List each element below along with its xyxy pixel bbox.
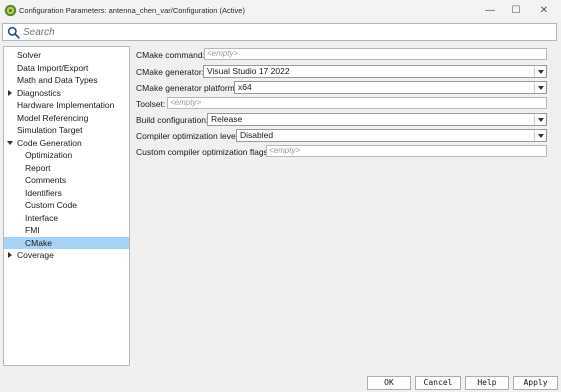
tree-item-label: Simulation Target (17, 125, 83, 135)
cmake-generator-platform-value: x64 (238, 82, 252, 92)
minimize-button[interactable]: — (477, 2, 503, 18)
maximize-button[interactable]: ☐ (503, 2, 529, 18)
cmake-command-label: CMake command: (136, 50, 205, 60)
minimize-icon: — (485, 4, 495, 16)
custom-optimization-flags-label: Custom compiler optimization flags: (136, 147, 271, 157)
cmake-generator-platform-label: CMake generator platform: (136, 83, 238, 93)
close-button[interactable]: ✕ (531, 2, 557, 18)
tree-item-label: Diagnostics (17, 87, 61, 98)
tree-item-label: FMI (25, 225, 40, 235)
tree-item-fmi[interactable]: FMI (4, 224, 129, 236)
search-bar[interactable] (2, 23, 557, 41)
search-input[interactable] (23, 25, 543, 39)
compiler-optimization-level-select[interactable]: Disabled (236, 129, 547, 142)
category-tree: Solver Data Import/Export Math and Data … (3, 46, 130, 366)
help-button[interactable]: Help (465, 376, 509, 390)
apply-button[interactable]: Apply (513, 376, 558, 390)
tree-item-label: Optimization (25, 150, 73, 160)
cmake-generator-platform-select[interactable]: x64 (234, 81, 547, 94)
chevron-down-icon[interactable] (534, 130, 546, 141)
tree-item-hardware-implementation[interactable]: Hardware Implementation (4, 99, 129, 111)
tree-item-label: Hardware Implementation (17, 100, 115, 110)
tree-item-solver[interactable]: Solver (4, 49, 129, 61)
expand-arrow-icon[interactable] (7, 252, 13, 258)
cmake-command-field[interactable]: <empty> (204, 48, 547, 60)
expand-arrow-icon[interactable] (7, 89, 13, 96)
tree-item-interface[interactable]: Interface (4, 212, 129, 224)
tree-item-simulation-target[interactable]: Simulation Target (4, 124, 129, 136)
build-configuration-select[interactable]: Release (207, 113, 547, 126)
tree-item-coverage[interactable]: Coverage (4, 249, 129, 261)
chevron-down-icon[interactable] (534, 66, 546, 77)
tree-item-cmake[interactable]: CMake (4, 236, 129, 249)
tree-item-custom-code[interactable]: Custom Code (4, 199, 129, 211)
config-parameters-window: Configuration Parameters: antenna_chen_v… (0, 0, 561, 392)
tree-item-label: Coverage (17, 250, 54, 260)
close-icon: ✕ (539, 4, 549, 16)
tree-item-model-referencing[interactable]: Model Referencing (4, 112, 129, 124)
tree-item-label: Comments (25, 175, 67, 185)
tree-item-label: Custom Code (25, 200, 77, 210)
tree-item-diagnostics[interactable]: Diagnostics (4, 87, 129, 99)
toolset-field[interactable]: <empty> (167, 97, 547, 109)
tree-item-label: Math and Data Types (17, 75, 98, 85)
custom-optimization-flags-field[interactable]: <empty> (266, 145, 547, 157)
tree-item-comments[interactable]: Comments (4, 174, 129, 186)
compiler-optimization-level-value: Disabled (240, 130, 274, 140)
tree-item-code-generation[interactable]: Code Generation (4, 137, 129, 149)
tree-item-label: Report (25, 162, 51, 173)
cmake-settings-pane: CMake command: <empty> CMake generator: … (131, 46, 558, 366)
collapse-arrow-icon[interactable] (7, 140, 13, 146)
tree-item-report[interactable]: Report (4, 162, 129, 174)
chevron-down-icon[interactable] (534, 114, 546, 125)
window-title: Configuration Parameters: antenna_chen_v… (19, 6, 245, 15)
build-configuration-value: Release (211, 114, 243, 124)
tree-item-data-import-export[interactable]: Data Import/Export (4, 62, 129, 74)
tree-item-optimization[interactable]: Optimization (4, 149, 129, 161)
tree-item-identifiers[interactable]: Identifiers (4, 187, 129, 199)
dialog-footer: OK Cancel Help Apply (0, 371, 561, 392)
gear-icon (4, 4, 17, 17)
title-bar: Configuration Parameters: antenna_chen_v… (0, 0, 561, 22)
tree-item-label: Solver (17, 50, 42, 60)
compiler-optimization-level-label: Compiler optimization level: (136, 131, 240, 141)
toolset-label: Toolset: (136, 99, 166, 109)
search-icon (7, 26, 20, 39)
tree-item-label: Data Import/Export (17, 62, 89, 73)
cmake-generator-select[interactable]: Visual Studio 17 2022 (203, 65, 547, 78)
tree-item-math-and-data-types[interactable]: Math and Data Types (4, 74, 129, 86)
maximize-icon: ☐ (511, 4, 521, 16)
cancel-button[interactable]: Cancel (415, 376, 461, 390)
cmake-generator-value: Visual Studio 17 2022 (207, 66, 290, 76)
tree-item-label: Interface (25, 212, 59, 223)
ok-button[interactable]: OK (367, 376, 411, 390)
tree-item-label: Model Referencing (17, 112, 89, 123)
tree-item-label: CMake (25, 237, 52, 248)
tree-item-label: Identifiers (25, 187, 62, 198)
tree-item-label: Code Generation (17, 137, 82, 148)
cmake-generator-label: CMake generator: (136, 67, 205, 77)
build-configuration-label: Build configuration: (136, 115, 209, 125)
chevron-down-icon[interactable] (534, 82, 546, 93)
